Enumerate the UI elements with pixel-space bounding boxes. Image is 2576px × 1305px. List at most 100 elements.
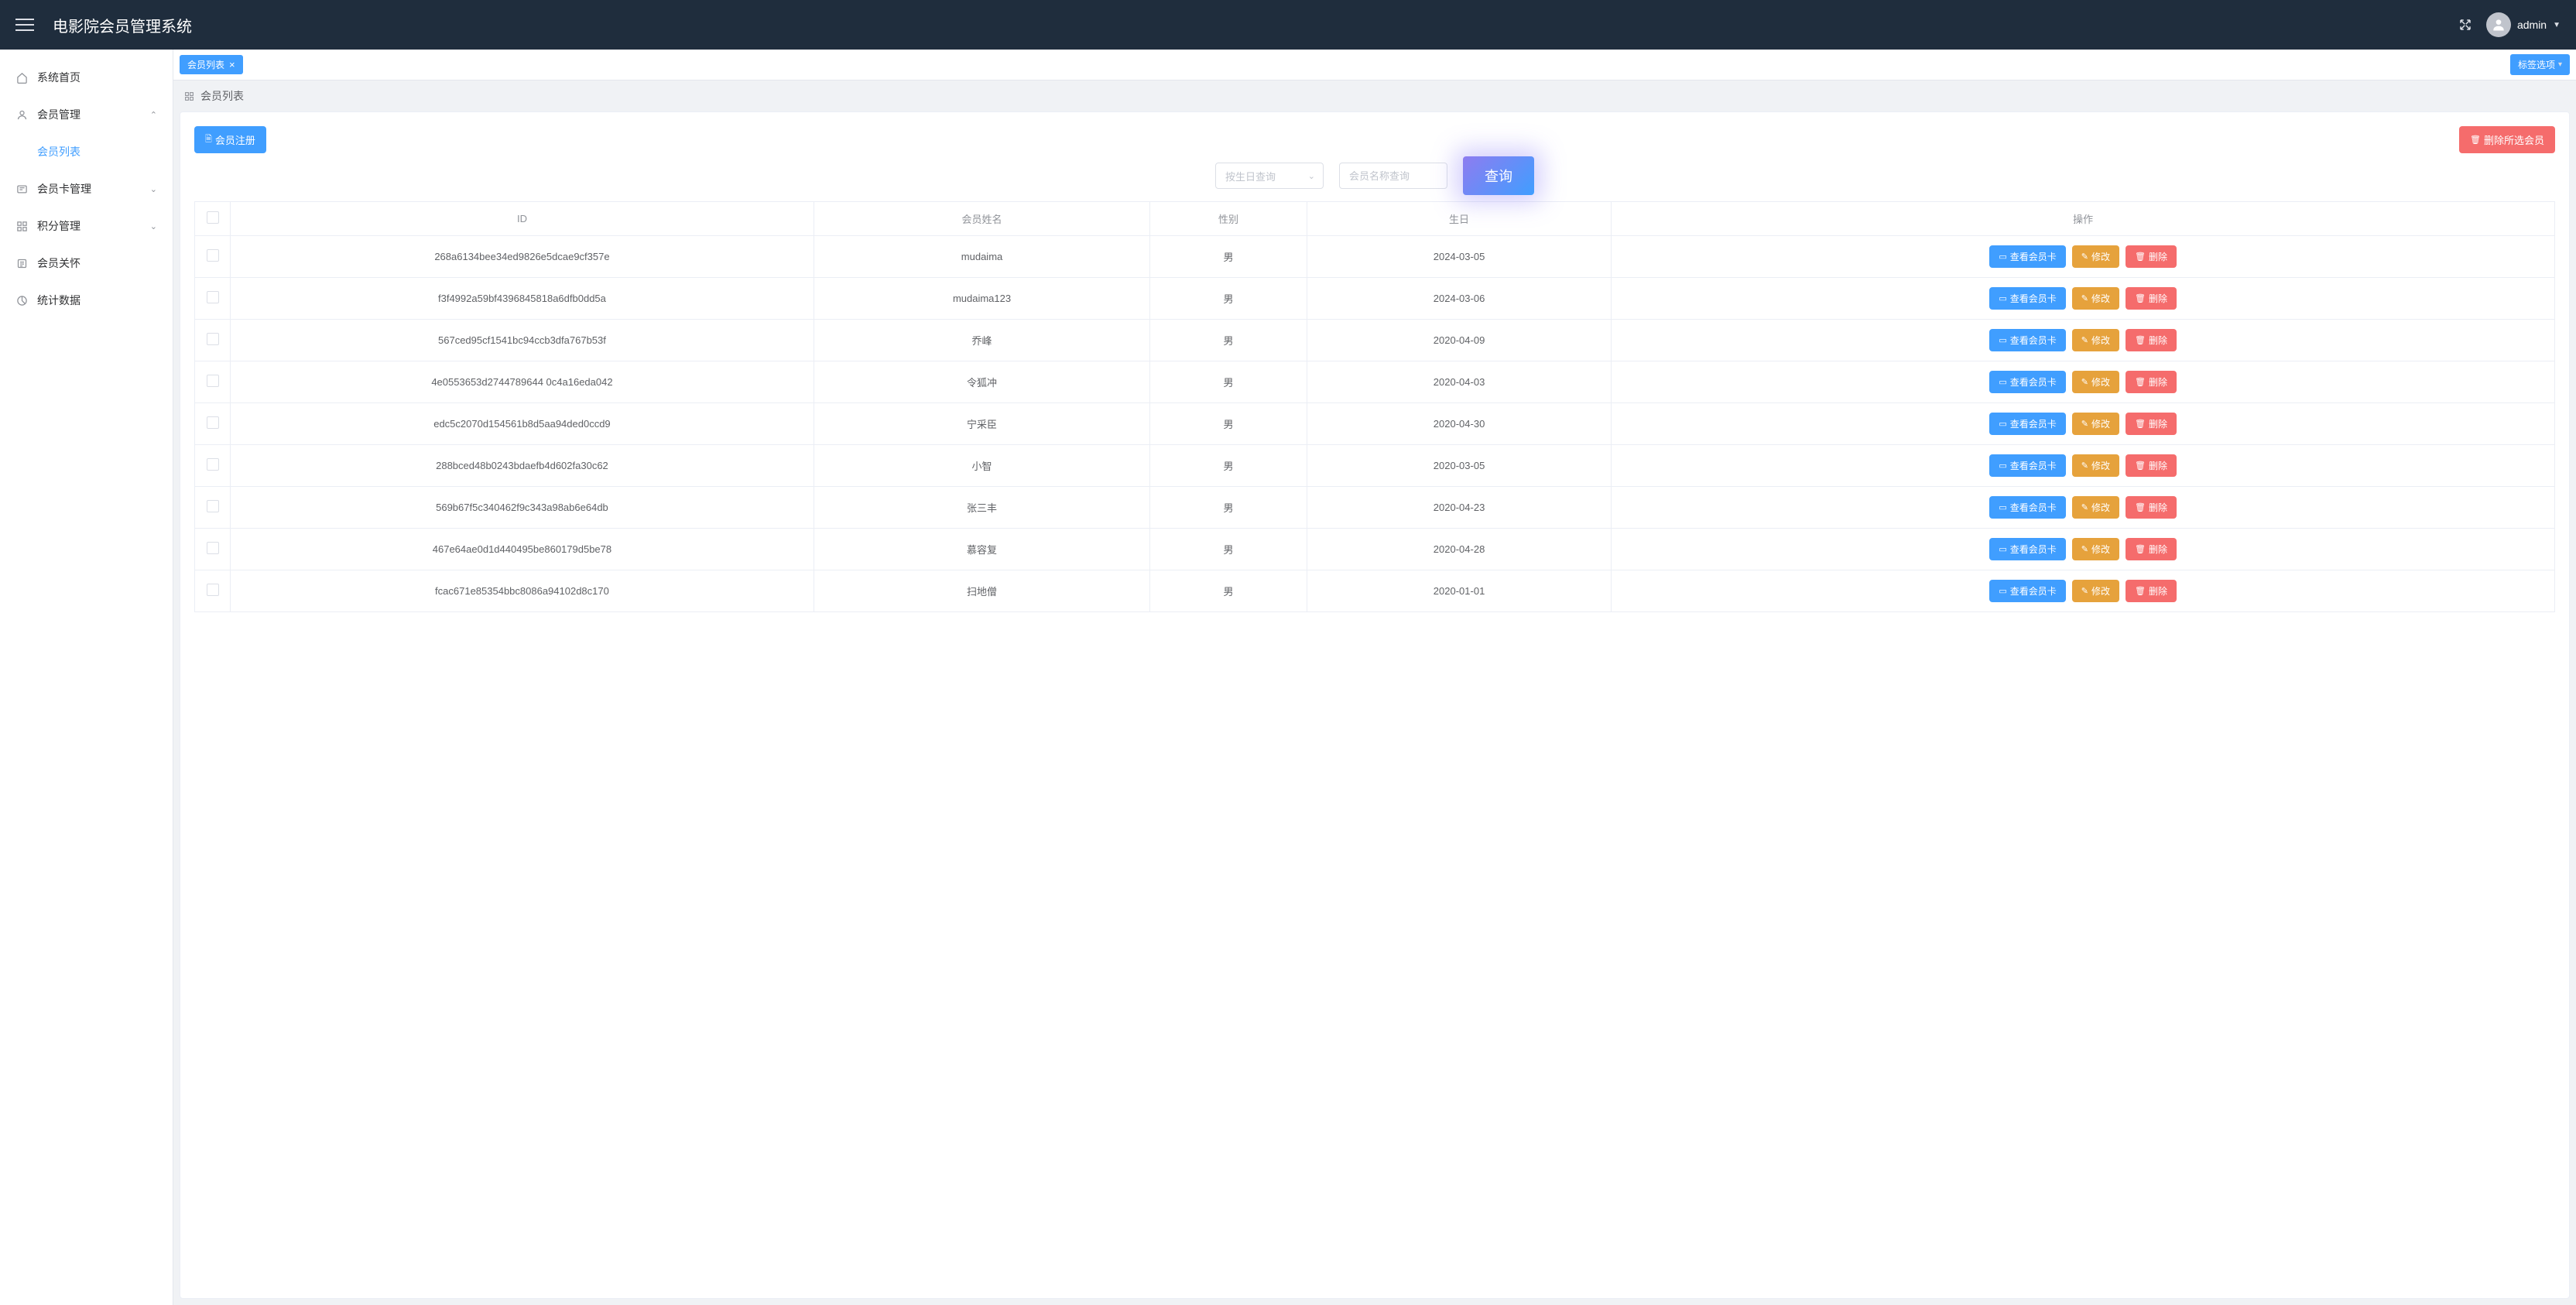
cell-name: 令狐冲 <box>814 361 1149 403</box>
view-card-button[interactable]: ▭ 查看会员卡 <box>1989 287 2065 310</box>
delete-button[interactable]: 🗑删除 <box>2126 245 2177 268</box>
button-label: 查看会员卡 <box>2010 292 2057 305</box>
view-card-button[interactable]: ▭查看会员卡 <box>1989 538 2065 560</box>
edit-button[interactable]: ✎修改 <box>2072 496 2119 519</box>
breadcrumb: 会员列表 <box>173 80 2576 111</box>
tab-options-button[interactable]: 标签选项 ▾ <box>2510 54 2570 75</box>
button-label: 查看会员卡 <box>2010 334 2057 347</box>
sidebar-item-card-management[interactable]: 会员卡管理 ⌄ <box>0 170 173 207</box>
chevron-down-icon: ⌄ <box>1308 171 1315 181</box>
row-checkbox[interactable] <box>207 584 219 596</box>
card-icon: ▭ <box>1999 461 2006 471</box>
delete-button[interactable]: 🗑删除 <box>2126 371 2177 393</box>
edit-button[interactable]: ✎修改 <box>2072 329 2119 351</box>
tab-member-list[interactable]: 会员列表 × <box>180 55 243 74</box>
sidebar-item-home[interactable]: 系统首页 <box>0 59 173 96</box>
column-header-birthday: 生日 <box>1307 202 1611 236</box>
table-row: fcac671e85354bbc8086a94102d8c170扫地僧男2020… <box>195 570 2555 612</box>
tab-options-label: 标签选项 <box>2518 58 2555 71</box>
delete-button[interactable]: 🗑删除 <box>2126 413 2177 435</box>
edit-button[interactable]: ✎修改 <box>2072 580 2119 602</box>
view-card-button[interactable]: ▭查看会员卡 <box>1989 580 2065 602</box>
card-icon: ▭ <box>1999 502 2006 512</box>
view-card-button[interactable]: ▭查看会员卡 <box>1989 496 2065 519</box>
sidebar-subitem-member-list[interactable]: 会员列表 <box>0 133 173 170</box>
cell-gender: 男 <box>1150 236 1307 278</box>
sidebar-item-member-management[interactable]: 会员管理 ⌃ <box>0 96 173 133</box>
cell-birthday: 2020-01-01 <box>1307 570 1611 612</box>
row-checkbox[interactable] <box>207 458 219 471</box>
delete-button[interactable]: 🗑删除 <box>2126 580 2177 602</box>
sidebar-item-label: 会员关怀 <box>37 255 80 271</box>
name-filter-input[interactable] <box>1339 163 1447 189</box>
birthday-filter-select[interactable]: 按生日查询 ⌄ <box>1215 163 1324 189</box>
cell-name: 宁采臣 <box>814 403 1149 445</box>
cell-id: 467e64ae0d1d440495be860179d5be78 <box>231 529 814 570</box>
view-card-button[interactable]: ▭查看会员卡 <box>1989 454 2065 477</box>
cell-id: fcac671e85354bbc8086a94102d8c170 <box>231 570 814 612</box>
chart-icon <box>15 294 28 307</box>
edit-icon: ✎ <box>2081 544 2088 554</box>
button-label: 查看会员卡 <box>2010 417 2057 430</box>
table-row: 467e64ae0d1d440495be860179d5be78慕容复男2020… <box>195 529 2555 570</box>
trash-icon: 🗑 <box>2135 293 2146 303</box>
select-all-checkbox[interactable] <box>207 211 219 224</box>
cell-birthday: 2020-04-03 <box>1307 361 1611 403</box>
edit-icon: ✎ <box>2081 419 2088 429</box>
sidebar-item-statistics[interactable]: 统计数据 <box>0 282 173 319</box>
chevron-up-icon: ⌃ <box>150 110 157 120</box>
row-checkbox[interactable] <box>207 249 219 262</box>
card-icon: ▭ <box>1999 419 2006 429</box>
edit-button[interactable]: ✎修改 <box>2072 287 2119 310</box>
view-card-button[interactable]: ▭查看会员卡 <box>1989 371 2065 393</box>
delete-button[interactable]: 🗑删除 <box>2126 538 2177 560</box>
cell-gender: 男 <box>1150 403 1307 445</box>
card-icon: ▭ <box>1999 293 2006 303</box>
button-label: 删除 <box>2149 250 2167 263</box>
app-title: 电影院会员管理系统 <box>53 14 192 36</box>
sidebar-toggle-button[interactable] <box>15 15 34 34</box>
view-card-button[interactable]: ▭查看会员卡 <box>1989 329 2065 351</box>
trash-icon: 🗑 <box>2135 377 2146 387</box>
register-member-button[interactable]: 🗎 会员注册 <box>194 126 266 153</box>
delete-button[interactable]: 🗑删除 <box>2126 496 2177 519</box>
document-icon: 🗎 <box>205 132 212 147</box>
user-menu-dropdown[interactable]: admin ▼ <box>2486 12 2561 37</box>
view-card-button[interactable]: ▭查看会员卡 <box>1989 245 2065 268</box>
sidebar-item-label: 系统首页 <box>37 70 80 85</box>
button-label: 删除 <box>2149 584 2167 598</box>
row-checkbox[interactable] <box>207 542 219 554</box>
delete-button[interactable]: 🗑删除 <box>2126 287 2177 310</box>
cell-gender: 男 <box>1150 529 1307 570</box>
button-label: 查看会员卡 <box>2010 543 2057 556</box>
column-header-action: 操作 <box>1612 202 2555 236</box>
sidebar-item-member-care[interactable]: 会员关怀 <box>0 245 173 282</box>
table-row: f3f4992a59bf4396845818a6dfb0dd5amudaima1… <box>195 278 2555 320</box>
card-icon <box>15 183 28 195</box>
button-label: 删除所选会员 <box>2484 132 2544 147</box>
edit-icon: ✎ <box>2081 502 2088 512</box>
search-button[interactable]: 查询 <box>1463 156 1534 195</box>
cell-id: 567ced95cf1541bc94ccb3dfa767b53f <box>231 320 814 361</box>
delete-button[interactable]: 🗑删除 <box>2126 454 2177 477</box>
cell-birthday: 2020-04-28 <box>1307 529 1611 570</box>
edit-button[interactable]: ✎修改 <box>2072 454 2119 477</box>
edit-button[interactable]: ✎修改 <box>2072 245 2119 268</box>
delete-selected-button[interactable]: 🗑 删除所选会员 <box>2459 126 2555 153</box>
edit-button[interactable]: ✎修改 <box>2072 413 2119 435</box>
close-icon[interactable]: × <box>229 60 235 70</box>
grid-icon <box>15 220 28 232</box>
edit-button[interactable]: ✎修改 <box>2072 538 2119 560</box>
fullscreen-icon[interactable] <box>2458 18 2472 32</box>
row-checkbox[interactable] <box>207 333 219 345</box>
content-panel: 🗎 会员注册 🗑 删除所选会员 按生日查询 ⌄ 查询 ID <box>180 111 2570 1299</box>
row-checkbox[interactable] <box>207 500 219 512</box>
view-card-button[interactable]: ▭ 查看会员卡 <box>1989 413 2065 435</box>
sidebar-item-points-management[interactable]: 积分管理 ⌄ <box>0 207 173 245</box>
cell-name: 扫地僧 <box>814 570 1149 612</box>
edit-button[interactable]: ✎修改 <box>2072 371 2119 393</box>
row-checkbox[interactable] <box>207 291 219 303</box>
delete-button[interactable]: 🗑删除 <box>2126 329 2177 351</box>
row-checkbox[interactable] <box>207 375 219 387</box>
row-checkbox[interactable] <box>207 416 219 429</box>
